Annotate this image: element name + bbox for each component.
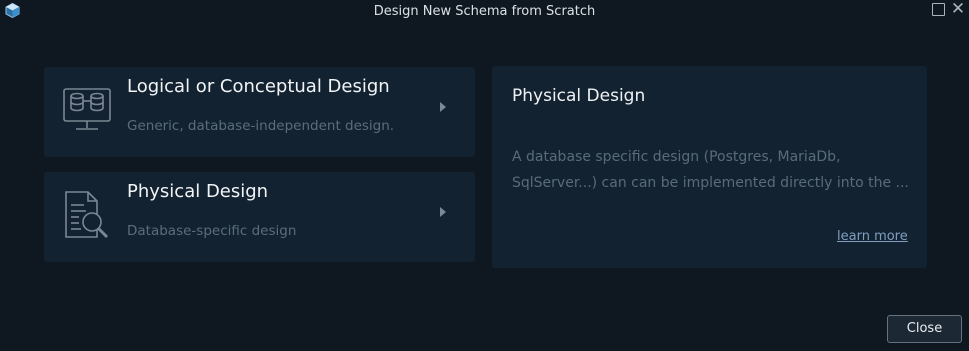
detail-description-line: SqlServer...) can can be implemented dir… <box>512 175 909 191</box>
document-search-icon <box>65 191 109 239</box>
option-physical-design[interactable]: Physical Design Database-specific design <box>44 172 475 262</box>
option-description: Database-specific design <box>127 223 297 239</box>
option-description: Generic, database-independent design. <box>127 118 395 134</box>
maximize-button[interactable] <box>932 3 945 16</box>
title-bar: Design New Schema from Scratch ✕ <box>0 0 969 24</box>
detail-panel: Physical Design A database specific desi… <box>492 66 927 268</box>
option-title: Physical Design <box>127 181 269 202</box>
detail-description-line: A database specific design (Postgres, Ma… <box>512 149 841 165</box>
close-button[interactable]: Close <box>887 315 962 343</box>
dialog-window: Design New Schema from Scratch ✕ Logical… <box>0 0 969 351</box>
chevron-right-icon <box>440 102 446 112</box>
chevron-right-icon <box>440 207 446 217</box>
window-title: Design New Schema from Scratch <box>373 4 596 19</box>
detail-title: Physical Design <box>512 86 646 106</box>
detail-description: A database specific design (Postgres, Ma… <box>512 144 912 196</box>
learn-more-link[interactable]: learn more <box>837 229 908 244</box>
monitor-database-icon <box>63 88 111 130</box>
option-logical-design[interactable]: Logical or Conceptual Design Generic, da… <box>44 67 475 157</box>
window-close-button[interactable]: ✕ <box>949 0 967 19</box>
option-title: Logical or Conceptual Design <box>127 76 390 97</box>
